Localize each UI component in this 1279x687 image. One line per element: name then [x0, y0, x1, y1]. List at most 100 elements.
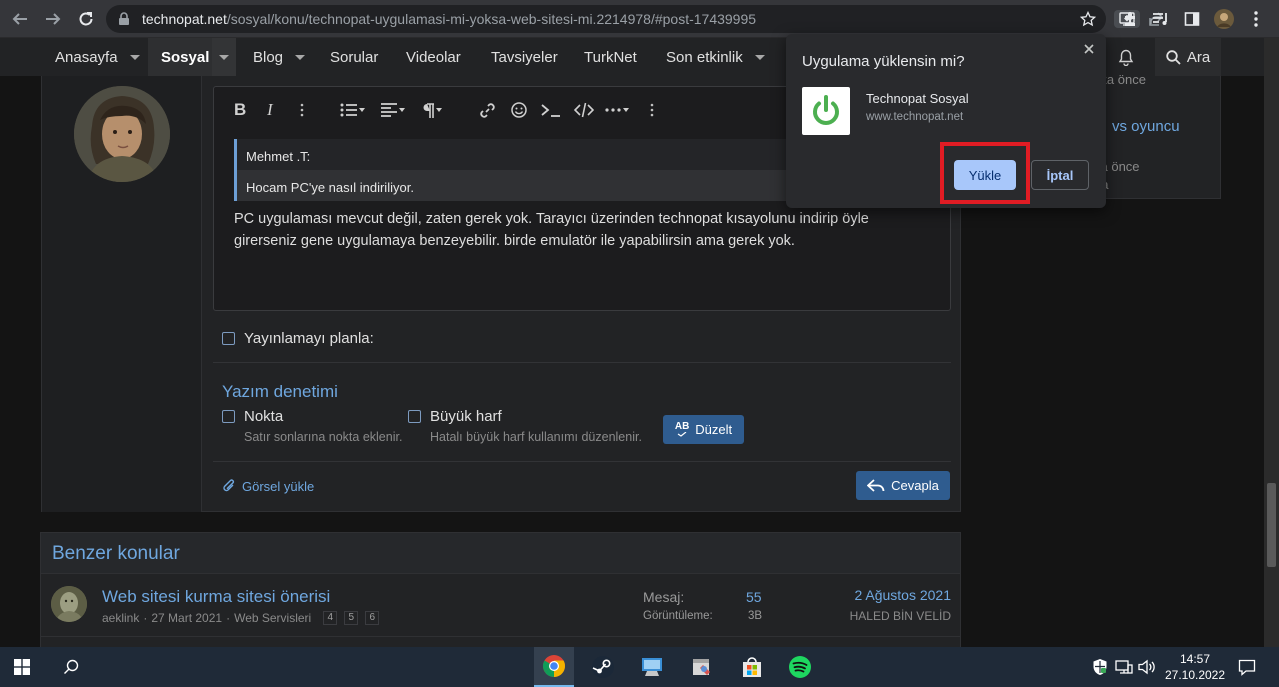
- nav-item-label: Sosyal: [161, 48, 210, 66]
- notifications-button[interactable]: [1118, 38, 1138, 76]
- meta-separator: ·: [226, 611, 231, 625]
- align-button[interactable]: [381, 99, 405, 121]
- browser-toolbar: technopat.net/sosyal/konu/technopat-uygu…: [0, 0, 1279, 38]
- nav-item-label: Videolar: [406, 48, 461, 66]
- italic-button[interactable]: I: [267, 99, 273, 121]
- app-logo: [802, 87, 850, 135]
- taskbar-spotify[interactable]: [780, 647, 820, 687]
- vertical-dots-icon: [300, 103, 304, 117]
- cancel-button[interactable]: İptal: [1031, 160, 1089, 190]
- taskbar-steam[interactable]: [583, 647, 623, 687]
- bookmark-star-icon[interactable]: [1078, 10, 1098, 28]
- reply-button[interactable]: Cevapla: [856, 471, 950, 500]
- upload-image-link[interactable]: Görsel yükle: [222, 478, 314, 494]
- nav-sosyal-dropdown[interactable]: [212, 38, 236, 76]
- last-post-user[interactable]: HALED BİN VELİD: [850, 609, 951, 623]
- page-scrollbar[interactable]: [1264, 38, 1279, 647]
- nav-item-label: Sorular: [330, 48, 379, 66]
- code-block-button[interactable]: [574, 99, 594, 121]
- nav-item-sorular[interactable]: Sorular: [330, 38, 378, 76]
- period-option[interactable]: Nokta: [222, 408, 283, 425]
- reply-arrow-icon: [867, 478, 885, 492]
- link-icon: [480, 102, 495, 118]
- schedule-post-option[interactable]: Yayınlamayı planla:: [222, 330, 374, 347]
- nav-item-son-etkinlik[interactable]: Son etkinlik: [666, 38, 765, 76]
- nav-item-blog[interactable]: Blog: [253, 38, 306, 76]
- fix-button[interactable]: AB Düzelt: [663, 415, 744, 444]
- replies-label: Mesaj:: [643, 589, 685, 605]
- views-count: 3B: [748, 610, 763, 622]
- thread-author[interactable]: aeklink: [102, 611, 139, 625]
- forward-button[interactable]: [42, 8, 64, 30]
- network-icon[interactable]: [1115, 658, 1133, 676]
- schedule-checkbox[interactable]: [222, 332, 235, 345]
- nav-item-tavsiyeler[interactable]: Tavsiyeler: [491, 38, 558, 76]
- taskbar-store[interactable]: [732, 647, 772, 687]
- taskbar-app-tools[interactable]: [682, 647, 722, 687]
- thread-forum[interactable]: Web Servisleri: [234, 611, 311, 625]
- taskbar-remote-desktop[interactable]: [632, 647, 672, 687]
- align-left-icon: [381, 103, 397, 117]
- address-bar[interactable]: technopat.net/sosyal/konu/technopat-uygu…: [106, 5, 1164, 33]
- schedule-label: Yayınlamayı planla:: [244, 330, 374, 347]
- more-options-button[interactable]: [650, 99, 654, 121]
- nav-item-sosyal[interactable]: Sosyal: [148, 38, 212, 76]
- caps-checkbox[interactable]: [408, 410, 421, 423]
- page-link[interactable]: 6: [365, 611, 380, 625]
- profile-avatar[interactable]: [1214, 9, 1234, 29]
- bold-icon: B: [234, 100, 247, 119]
- code-inline-button[interactable]: [541, 99, 561, 121]
- thread-title-link[interactable]: Web sitesi kurma sitesi önerisi: [102, 587, 330, 607]
- system-clock[interactable]: 14:57 27.10.2022: [1162, 651, 1228, 683]
- side-panel-icon[interactable]: [1182, 9, 1202, 29]
- bold-button[interactable]: B: [234, 99, 246, 121]
- page-link[interactable]: 4: [323, 611, 338, 625]
- browser-menu-icon[interactable]: [1246, 9, 1266, 29]
- back-button[interactable]: [9, 8, 31, 30]
- arrow-left-icon: [12, 13, 27, 25]
- nav-item-anasayfa[interactable]: Anasayfa: [55, 38, 140, 76]
- more-text-options-button[interactable]: [300, 99, 304, 121]
- nav-item-videolar[interactable]: Videolar: [406, 38, 461, 76]
- emoji-button[interactable]: [511, 99, 527, 121]
- dialog-title: Uygulama yüklensin mi?: [802, 53, 965, 70]
- link-button[interactable]: [479, 99, 496, 121]
- thread-meta: aeklink · 27 Mart 2021 · Web Servisleri …: [102, 611, 380, 625]
- last-post-date[interactable]: 2 Ağustos 2021: [854, 587, 951, 603]
- sidebar-thread-link[interactable]: vs oyuncu: [1112, 118, 1180, 135]
- page-link[interactable]: 5: [344, 611, 359, 625]
- paragraph-button[interactable]: [422, 99, 442, 121]
- chevron-down-icon[interactable]: [295, 54, 306, 60]
- chevron-down-icon[interactable]: [129, 54, 140, 60]
- avatar[interactable]: [51, 586, 87, 622]
- install-app-dialog: Uygulama yüklensin mi? Technopat Sosyal …: [786, 34, 1106, 208]
- reload-button[interactable]: [75, 8, 97, 30]
- search-button[interactable]: Ara: [1155, 38, 1221, 76]
- media-queue-icon[interactable]: [1151, 9, 1171, 29]
- nav-item-label: Blog: [253, 48, 284, 66]
- caps-option[interactable]: Büyük harf: [408, 408, 502, 425]
- chevron-down-icon[interactable]: [754, 54, 765, 60]
- taskbar-chrome[interactable]: [534, 647, 574, 687]
- scrollbar-thumb[interactable]: [1267, 483, 1276, 567]
- nav-item-label: Anasayfa: [55, 48, 118, 66]
- avatar[interactable]: [74, 86, 170, 182]
- close-icon: [1084, 44, 1094, 54]
- close-button[interactable]: [1082, 42, 1096, 56]
- windows-taskbar: 14:57 27.10.2022: [0, 647, 1279, 687]
- install-button[interactable]: Yükle: [954, 160, 1016, 190]
- more-insert-button[interactable]: [605, 99, 629, 121]
- code-icon: [574, 102, 594, 118]
- volume-icon[interactable]: [1138, 658, 1156, 676]
- list-button[interactable]: [340, 99, 365, 121]
- taskbar-search-button[interactable]: [51, 647, 91, 687]
- nav-item-turknet[interactable]: TurkNet: [584, 38, 637, 76]
- lock-icon: [118, 12, 130, 26]
- period-checkbox[interactable]: [222, 410, 235, 423]
- nav-item-label: Tavsiyeler: [491, 48, 558, 66]
- editor-body[interactable]: PC uygulaması mevcut değil, zaten gerek …: [234, 208, 924, 252]
- extensions-puzzle-icon[interactable]: [1120, 9, 1140, 29]
- notifications-center-icon[interactable]: [1238, 658, 1256, 676]
- security-shield-icon[interactable]: [1091, 658, 1109, 676]
- start-button[interactable]: [2, 647, 42, 687]
